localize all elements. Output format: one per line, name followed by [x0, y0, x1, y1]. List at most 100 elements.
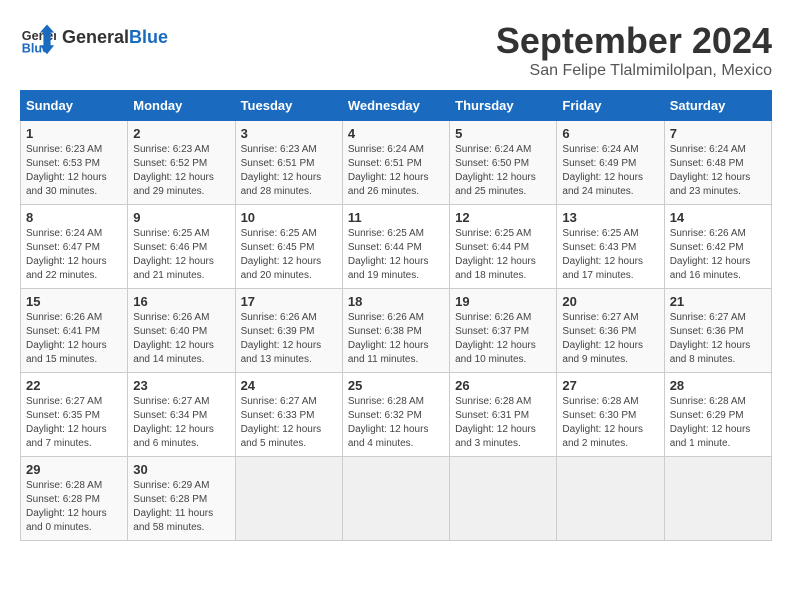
day-info: Sunrise: 6:25 AM Sunset: 6:44 PM Dayligh…	[348, 227, 444, 283]
day-info: Sunrise: 6:23 AM Sunset: 6:53 PM Dayligh…	[26, 143, 122, 199]
logo-icon: General Blue	[20, 20, 56, 56]
calendar-week-5: 29 Sunrise: 6:28 AM Sunset: 6:28 PM Dayli…	[21, 457, 772, 541]
calendar-cell: 26Sunrise: 6:28 AM Sunset: 6:31 PM Dayli…	[450, 373, 557, 457]
day-info: Sunrise: 6:26 AM Sunset: 6:37 PM Dayligh…	[455, 311, 551, 367]
day-info: Sunrise: 6:29 AM Sunset: 6:28 PM Dayligh…	[133, 479, 229, 535]
calendar-cell	[450, 457, 557, 541]
day-info: Sunrise: 6:24 AM Sunset: 6:50 PM Dayligh…	[455, 143, 551, 199]
day-info: Sunrise: 6:23 AM Sunset: 6:52 PM Dayligh…	[133, 143, 229, 199]
calendar-cell	[342, 457, 449, 541]
calendar-cell: 28Sunrise: 6:28 AM Sunset: 6:29 PM Dayli…	[664, 373, 771, 457]
calendar-cell	[664, 457, 771, 541]
day-info: Sunrise: 6:25 AM Sunset: 6:44 PM Dayligh…	[455, 227, 551, 283]
day-number: 10	[241, 210, 337, 225]
day-number: 18	[348, 294, 444, 309]
day-number: 12	[455, 210, 551, 225]
day-info: Sunrise: 6:25 AM Sunset: 6:43 PM Dayligh…	[562, 227, 658, 283]
calendar-week-3: 15 Sunrise: 6:26 AM Sunset: 6:41 PM Dayli…	[21, 289, 772, 373]
day-number: 3	[241, 126, 337, 141]
weekday-tuesday: Tuesday	[235, 91, 342, 121]
calendar-cell: 16Sunrise: 6:26 AM Sunset: 6:40 PM Dayli…	[128, 289, 235, 373]
day-info: Sunrise: 6:23 AM Sunset: 6:51 PM Dayligh…	[241, 143, 337, 199]
calendar-cell	[235, 457, 342, 541]
calendar-cell: 13 Sunrise: 6:25 AM Sunset: 6:43 PM Dayli…	[557, 205, 664, 289]
calendar-cell: 23Sunrise: 6:27 AM Sunset: 6:34 PM Dayli…	[128, 373, 235, 457]
calendar-cell: 29 Sunrise: 6:28 AM Sunset: 6:28 PM Dayli…	[21, 457, 128, 541]
day-number: 24	[241, 378, 337, 393]
calendar-cell: 1Sunrise: 6:23 AM Sunset: 6:53 PM Daylig…	[21, 121, 128, 205]
day-number: 20	[562, 294, 658, 309]
calendar-cell: 9 Sunrise: 6:25 AM Sunset: 6:46 PM Daylig…	[128, 205, 235, 289]
day-info: Sunrise: 6:26 AM Sunset: 6:42 PM Dayligh…	[670, 227, 766, 283]
calendar-body: 1Sunrise: 6:23 AM Sunset: 6:53 PM Daylig…	[21, 121, 772, 541]
day-info: Sunrise: 6:28 AM Sunset: 6:28 PM Dayligh…	[26, 479, 122, 535]
day-number: 2	[133, 126, 229, 141]
calendar-cell: 18 Sunrise: 6:26 AM Sunset: 6:38 PM Dayli…	[342, 289, 449, 373]
calendar-cell: 19 Sunrise: 6:26 AM Sunset: 6:37 PM Dayli…	[450, 289, 557, 373]
weekday-friday: Friday	[557, 91, 664, 121]
day-number: 9	[133, 210, 229, 225]
day-info: Sunrise: 6:26 AM Sunset: 6:39 PM Dayligh…	[241, 311, 337, 367]
calendar-cell: 5 Sunrise: 6:24 AM Sunset: 6:50 PM Daylig…	[450, 121, 557, 205]
calendar-cell: 20Sunrise: 6:27 AM Sunset: 6:36 PM Dayli…	[557, 289, 664, 373]
day-info: Sunrise: 6:28 AM Sunset: 6:32 PM Dayligh…	[348, 395, 444, 451]
calendar-cell: 4 Sunrise: 6:24 AM Sunset: 6:51 PM Daylig…	[342, 121, 449, 205]
calendar-cell: 11 Sunrise: 6:25 AM Sunset: 6:44 PM Dayli…	[342, 205, 449, 289]
calendar-header: SundayMondayTuesdayWednesdayThursdayFrid…	[21, 91, 772, 121]
day-number: 26	[455, 378, 551, 393]
day-number: 5	[455, 126, 551, 141]
weekday-saturday: Saturday	[664, 91, 771, 121]
day-number: 11	[348, 210, 444, 225]
calendar-cell: 7Sunrise: 6:24 AM Sunset: 6:48 PM Daylig…	[664, 121, 771, 205]
calendar-cell: 10 Sunrise: 6:25 AM Sunset: 6:45 PM Dayli…	[235, 205, 342, 289]
day-info: Sunrise: 6:25 AM Sunset: 6:46 PM Dayligh…	[133, 227, 229, 283]
logo: General Blue GeneralBlue	[20, 20, 168, 56]
day-number: 25	[348, 378, 444, 393]
day-info: Sunrise: 6:24 AM Sunset: 6:49 PM Dayligh…	[562, 143, 658, 199]
day-info: Sunrise: 6:28 AM Sunset: 6:30 PM Dayligh…	[562, 395, 658, 451]
day-number: 23	[133, 378, 229, 393]
day-info: Sunrise: 6:27 AM Sunset: 6:33 PM Dayligh…	[241, 395, 337, 451]
calendar-cell: 8Sunrise: 6:24 AM Sunset: 6:47 PM Daylig…	[21, 205, 128, 289]
day-number: 17	[241, 294, 337, 309]
calendar-cell: 25 Sunrise: 6:28 AM Sunset: 6:32 PM Dayli…	[342, 373, 449, 457]
day-number: 6	[562, 126, 658, 141]
calendar-week-1: 1Sunrise: 6:23 AM Sunset: 6:53 PM Daylig…	[21, 121, 772, 205]
calendar-cell: 15 Sunrise: 6:26 AM Sunset: 6:41 PM Dayli…	[21, 289, 128, 373]
calendar-cell: 12 Sunrise: 6:25 AM Sunset: 6:44 PM Dayli…	[450, 205, 557, 289]
day-number: 15	[26, 294, 122, 309]
day-info: Sunrise: 6:26 AM Sunset: 6:40 PM Dayligh…	[133, 311, 229, 367]
calendar-cell: 3 Sunrise: 6:23 AM Sunset: 6:51 PM Daylig…	[235, 121, 342, 205]
weekday-thursday: Thursday	[450, 91, 557, 121]
calendar-cell	[557, 457, 664, 541]
day-info: Sunrise: 6:24 AM Sunset: 6:51 PM Dayligh…	[348, 143, 444, 199]
day-number: 22	[26, 378, 122, 393]
month-title: September 2024	[496, 20, 772, 62]
location-title: San Felipe Tlalmimilolpan, Mexico	[496, 62, 772, 80]
day-number: 4	[348, 126, 444, 141]
day-info: Sunrise: 6:27 AM Sunset: 6:35 PM Dayligh…	[26, 395, 122, 451]
day-number: 29	[26, 462, 122, 477]
weekday-header-row: SundayMondayTuesdayWednesdayThursdayFrid…	[21, 91, 772, 121]
day-number: 21	[670, 294, 766, 309]
calendar-table: SundayMondayTuesdayWednesdayThursdayFrid…	[20, 90, 772, 541]
day-info: Sunrise: 6:27 AM Sunset: 6:36 PM Dayligh…	[670, 311, 766, 367]
day-number: 27	[562, 378, 658, 393]
calendar-cell: 30 Sunrise: 6:29 AM Sunset: 6:28 PM Dayli…	[128, 457, 235, 541]
day-info: Sunrise: 6:26 AM Sunset: 6:41 PM Dayligh…	[26, 311, 122, 367]
page-header: General Blue GeneralBlue September 2024 …	[20, 20, 772, 80]
day-info: Sunrise: 6:26 AM Sunset: 6:38 PM Dayligh…	[348, 311, 444, 367]
day-number: 19	[455, 294, 551, 309]
calendar-cell: 17 Sunrise: 6:26 AM Sunset: 6:39 PM Dayli…	[235, 289, 342, 373]
day-number: 7	[670, 126, 766, 141]
day-info: Sunrise: 6:25 AM Sunset: 6:45 PM Dayligh…	[241, 227, 337, 283]
logo-text: GeneralBlue	[62, 27, 168, 49]
calendar-cell: 14 Sunrise: 6:26 AM Sunset: 6:42 PM Dayli…	[664, 205, 771, 289]
day-info: Sunrise: 6:28 AM Sunset: 6:29 PM Dayligh…	[670, 395, 766, 451]
weekday-monday: Monday	[128, 91, 235, 121]
day-number: 13	[562, 210, 658, 225]
day-number: 30	[133, 462, 229, 477]
calendar-cell: 24 Sunrise: 6:27 AM Sunset: 6:33 PM Dayli…	[235, 373, 342, 457]
day-number: 14	[670, 210, 766, 225]
day-number: 8	[26, 210, 122, 225]
